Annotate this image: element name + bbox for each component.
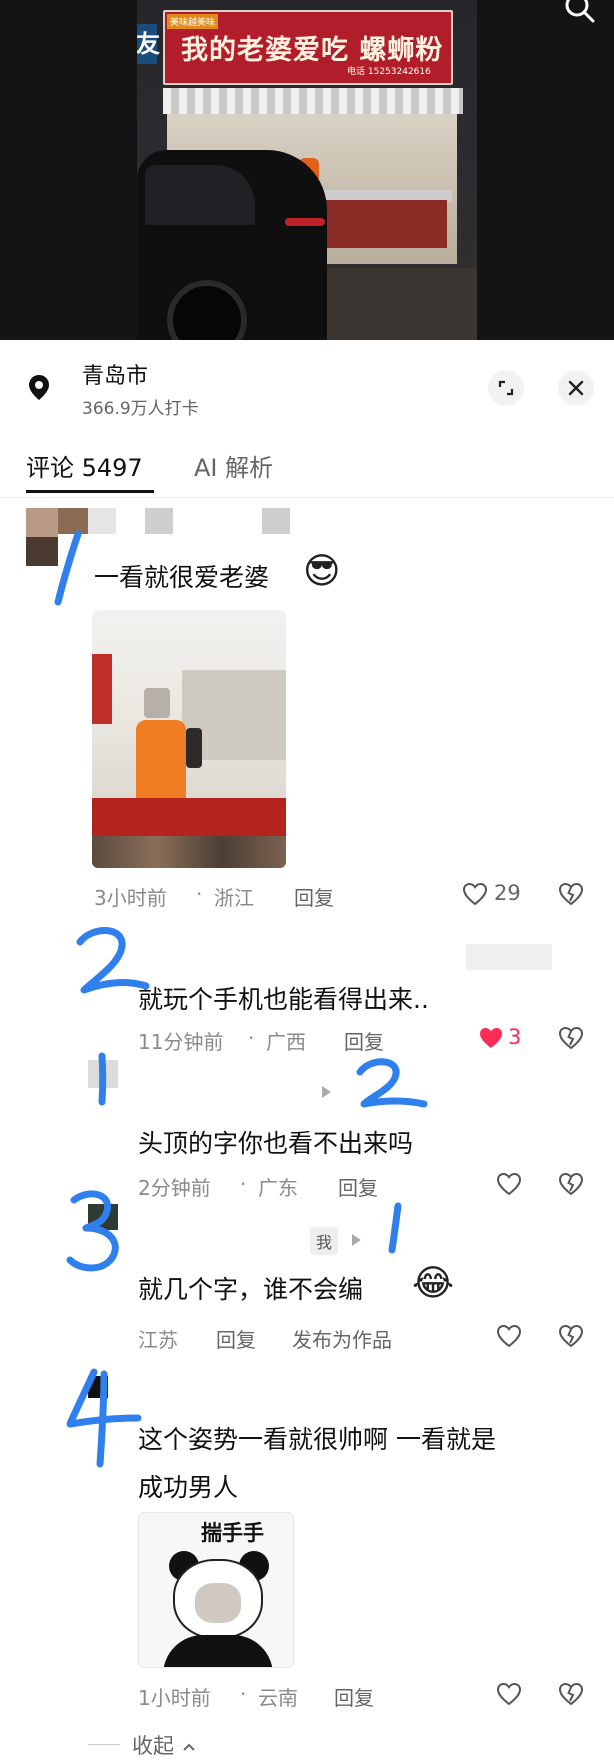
comment-time: 2分钟前: [138, 1176, 211, 1200]
like-count: 3: [508, 1025, 522, 1049]
image-person-arm: [186, 728, 202, 768]
shop-counter: [307, 200, 447, 248]
collapse-label: 收起: [132, 1734, 174, 1758]
comment-time: 3小时前: [94, 886, 167, 910]
close-icon: [568, 380, 584, 396]
broken-heart-icon[interactable]: [558, 1324, 584, 1348]
comment-place: 广西: [266, 1030, 306, 1054]
sticker-image[interactable]: 揣手手: [138, 1512, 294, 1668]
handdrawn-number-2: [76, 927, 150, 994]
active-tab-indicator: [26, 490, 154, 493]
expand-button[interactable]: [488, 370, 524, 406]
username-pixelated[interactable]: [262, 508, 290, 534]
heart-icon[interactable]: [496, 1682, 522, 1706]
car-window: [145, 165, 255, 225]
comment-text: 就几个字，谁不会编: [138, 1275, 364, 1304]
like-count: 29: [494, 881, 521, 905]
comment-time: 1小时前: [138, 1686, 211, 1710]
comment-image[interactable]: [92, 610, 286, 868]
laugh-emoji: 😂: [412, 1263, 455, 1304]
tab-divider: [0, 497, 614, 498]
sticker-caption: 揣手手: [201, 1521, 264, 1545]
search-icon[interactable]: [564, 0, 596, 26]
handdrawn-number-1: [54, 530, 82, 606]
reply-button[interactable]: 回复: [294, 882, 334, 911]
sign-phone: 电话 15253242616: [347, 67, 431, 77]
heart-icon[interactable]: [496, 1172, 522, 1196]
tab-ai-analysis[interactable]: AI 解析: [194, 448, 273, 483]
heart-filled-icon[interactable]: [478, 1026, 504, 1050]
location-pin-icon: [29, 375, 49, 400]
broken-heart-icon[interactable]: [558, 1172, 584, 1196]
image-counter-red: [92, 798, 286, 840]
handdrawn-number-3: [66, 1190, 119, 1272]
tab-comments[interactable]: 评论 5497: [26, 448, 143, 483]
image-person-apron: [136, 720, 186, 808]
comment-text-line-1: 这个姿势一看就很帅啊 一看就是: [138, 1425, 496, 1454]
comment-text: 一看就很爱老婆: [94, 563, 270, 592]
chevron-up-icon: [182, 1743, 195, 1751]
handdrawn-number-1: [388, 1202, 402, 1254]
image-person-head: [144, 688, 170, 718]
comment-place: 云南: [258, 1686, 298, 1710]
comment-text-line-2: 成功男人: [138, 1473, 239, 1502]
handdrawn-number-1: [98, 1052, 107, 1106]
meta-dot: ·: [240, 1682, 247, 1706]
comment-place: 浙江: [214, 886, 254, 910]
handdrawn-number-4: [66, 1368, 142, 1468]
cool-emoji: 😎: [303, 551, 341, 592]
username-pixelated[interactable]: [145, 508, 173, 534]
image-food-trays: [92, 836, 286, 868]
username-pixelated[interactable]: [88, 508, 116, 534]
reply-button[interactable]: 回复: [334, 1682, 374, 1711]
broken-heart-icon[interactable]: [558, 882, 584, 906]
broken-heart-icon[interactable]: [558, 1682, 584, 1706]
video-frame[interactable]: 友 美味越美味 我的老婆爱吃 螺蛳粉 电话 15253242616: [137, 0, 477, 340]
panda-body: [163, 1635, 273, 1667]
sign-left-fragment: 友: [137, 24, 160, 64]
broken-heart-icon[interactable]: [558, 1026, 584, 1050]
panda-face-detail: [195, 1583, 241, 1623]
handdrawn-number-2: [356, 1058, 428, 1108]
collapse-button[interactable]: 收起: [132, 1730, 197, 1760]
comment-text: 头顶的字你也看不出来吗: [138, 1129, 414, 1158]
image-wall-red: [92, 654, 112, 724]
location-city[interactable]: 青岛市: [82, 358, 148, 390]
sign-text: 我的老婆爱吃 螺蛳粉: [181, 35, 444, 66]
reply-button[interactable]: 回复: [344, 1026, 384, 1055]
comment-place: 江苏: [138, 1328, 178, 1352]
reply-arrow-icon: [322, 1086, 331, 1098]
me-tag: 我: [310, 1227, 339, 1255]
heart-icon[interactable]: [462, 882, 488, 906]
comment-time: 11分钟前: [138, 1030, 224, 1054]
close-button[interactable]: [558, 370, 594, 406]
heart-icon[interactable]: [496, 1324, 522, 1348]
meta-dot: ·: [248, 1026, 255, 1050]
collapse-divider: [88, 1744, 120, 1745]
reply-button[interactable]: 回复: [338, 1172, 378, 1201]
sign-small-label: 美味越美味: [167, 14, 219, 29]
comment-text: 就玩个手机也能看得出来..: [138, 985, 429, 1014]
shop-awning: [163, 88, 463, 114]
meta-dot: ·: [196, 882, 203, 906]
location-checkins: 366.9万人打卡: [82, 399, 199, 419]
expand-icon: [498, 380, 514, 396]
comment-place: 广东: [258, 1176, 298, 1200]
publish-as-work-button[interactable]: 发布为作品: [292, 1324, 392, 1353]
reply-arrow-icon: [352, 1234, 361, 1246]
car-taillight: [285, 218, 325, 226]
username-pixelated[interactable]: [466, 944, 552, 970]
reply-button[interactable]: 回复: [216, 1324, 256, 1353]
meta-dot: ·: [240, 1172, 247, 1196]
